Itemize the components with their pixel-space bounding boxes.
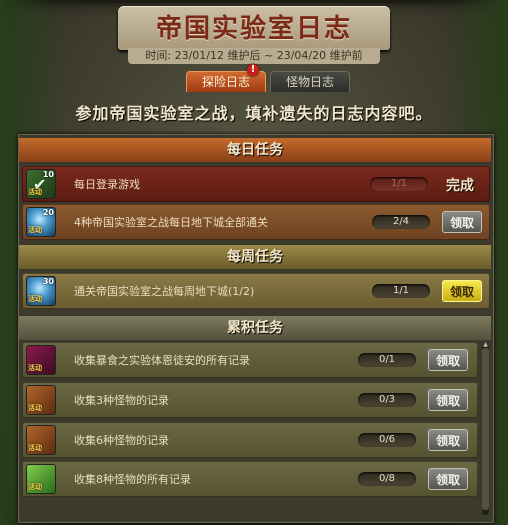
icon-tag: 活动 (28, 364, 42, 372)
icon-count: 30 (42, 277, 54, 286)
progress-pill: 0/1 (358, 353, 416, 367)
green-cube-icon: 活动 (26, 464, 56, 494)
claim-button[interactable]: 领取 (428, 429, 468, 451)
task-text: 4种帝国实验室之战每日地下城全部通关 (74, 216, 268, 229)
task-row: 20 活动 4种帝国实验室之战每日地下城全部通关 2/4 领取 (22, 204, 490, 240)
progress-pill: 0/3 (358, 393, 416, 407)
claim-button[interactable]: 领取 (428, 389, 468, 411)
task-row: 活动 收集8种怪物的所有记录 0/8 领取 (22, 461, 478, 497)
check-icon: ✔ 10 活动 (26, 169, 56, 199)
page-subtitle: 参加帝国实验室之战，填补遗失的日志内容吧。 (75, 104, 433, 123)
task-text: 收集3种怪物的记录 (74, 394, 169, 407)
icon-count: 20 (42, 208, 54, 217)
monster-card-icon: 活动 (26, 345, 56, 375)
alert-icon: ! (247, 64, 259, 76)
claim-button[interactable]: 领取 (428, 349, 468, 371)
window-title: 帝国实验室日志 (155, 14, 352, 44)
task-text: 每日登录游戏 (74, 178, 140, 191)
monster-card-icon: 活动 (26, 425, 56, 455)
icon-tag: 活动 (28, 444, 42, 452)
section-accumulated-header: 累积任务 (19, 316, 491, 340)
task-text: 收集暴食之实验体恩徒安的所有记录 (74, 354, 250, 367)
icon-tag: 活动 (28, 404, 42, 412)
icon-tag: 活动 (28, 483, 42, 491)
task-row: 活动 收集暴食之实验体恩徒安的所有记录 0/1 领取 (22, 342, 478, 378)
task-row: 活动 收集3种怪物的记录 0/3 领取 (22, 382, 478, 418)
scroll-up-icon[interactable]: ▲ (481, 342, 490, 348)
claim-button[interactable]: 领取 (428, 468, 468, 490)
claim-button[interactable]: 领取 (442, 280, 482, 302)
task-row: ✔ 10 活动 每日登录游戏 1/1 完成 (22, 166, 490, 202)
icon-count: 10 (42, 170, 54, 179)
progress-pill: 2/4 (372, 215, 430, 229)
monster-card-icon: 活动 (26, 385, 56, 415)
task-text: 通关帝国实验室之战每周地下城(1/2) (74, 285, 255, 298)
completed-label: 完成 (446, 178, 474, 194)
progress-pill: 0/8 (358, 472, 416, 486)
icon-tag: 活动 (28, 226, 42, 234)
section-daily-header: 每日任务 (19, 138, 491, 162)
crystal-icon: 20 活动 (26, 207, 56, 237)
task-row: 活动 收集6种怪物的记录 0/6 领取 (22, 422, 478, 458)
task-text: 收集8种怪物的所有记录 (74, 473, 191, 486)
crystal-icon: 30 活动 (26, 276, 56, 306)
tab-monster-log[interactable]: 怪物日志 (270, 71, 350, 92)
event-period: 时间: 23/01/12 维护后 ~ 23/04/20 维护前 (128, 48, 380, 64)
progress-pill: 1/1 (372, 284, 430, 298)
claim-button[interactable]: 领取 (442, 211, 482, 233)
task-text: 收集6种怪物的记录 (74, 434, 169, 447)
icon-tag: 活动 (28, 188, 42, 196)
progress-pill: 1/1 (370, 177, 428, 191)
scrollbar-thumb[interactable] (482, 348, 489, 510)
progress-pill: 0/6 (358, 433, 416, 447)
task-row: 30 活动 通关帝国实验室之战每周地下城(1/2) 1/1 领取 (22, 273, 490, 309)
icon-tag: 活动 (28, 295, 42, 303)
section-weekly-header: 每周任务 (19, 245, 491, 269)
